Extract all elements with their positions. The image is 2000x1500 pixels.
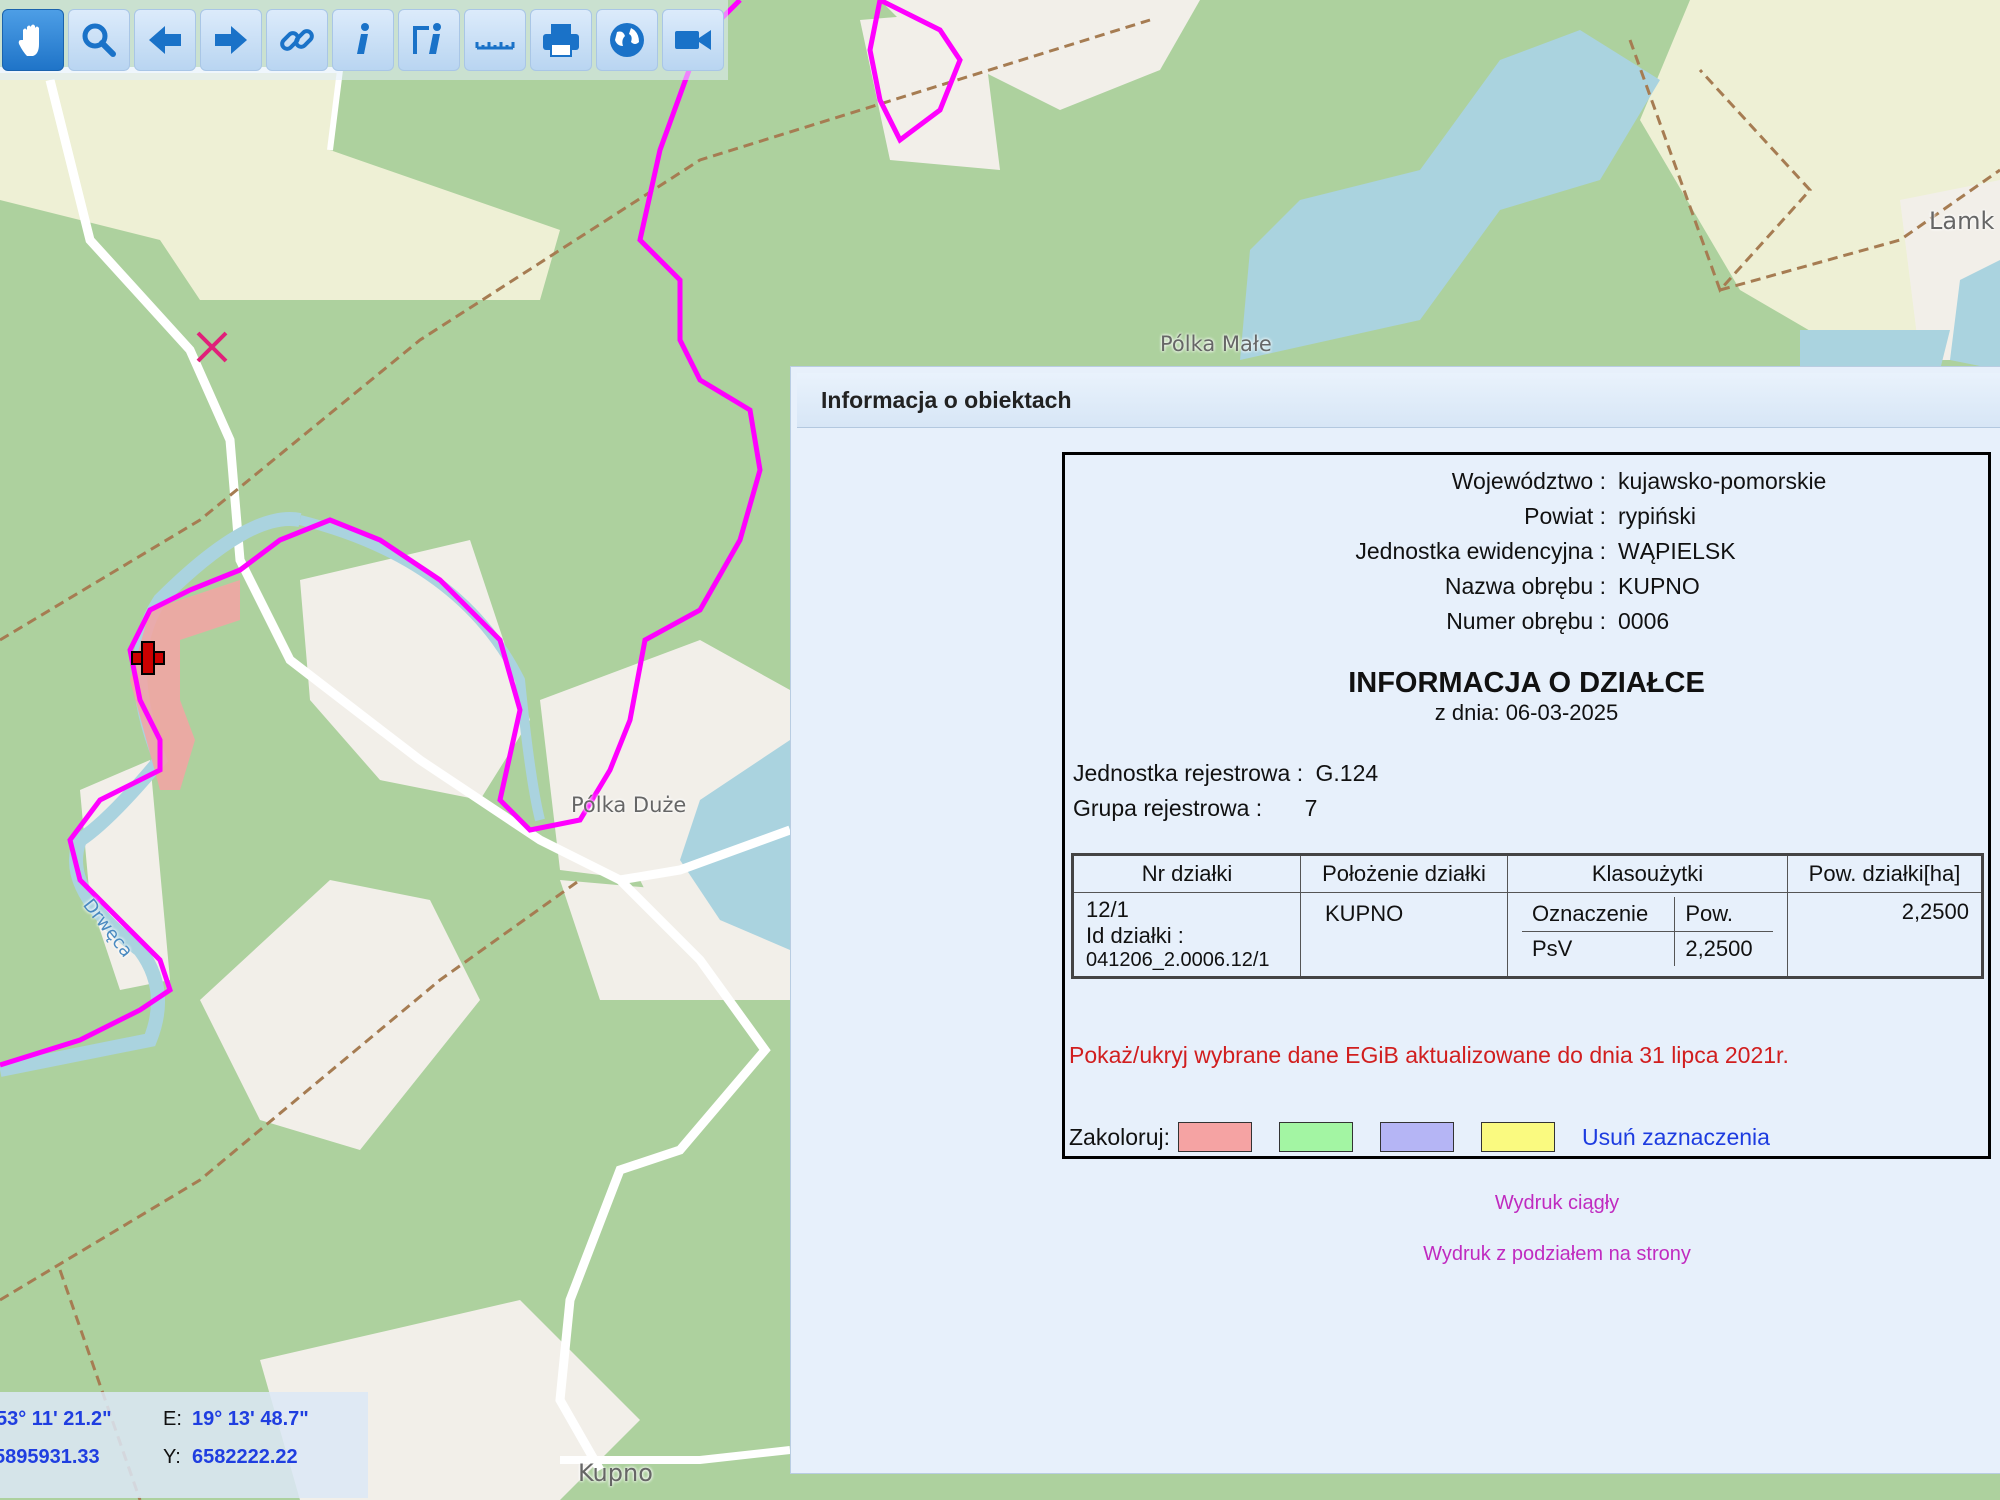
y-coordinate-value: 6582222.22 [192, 1446, 298, 1468]
jednostka-value: G.124 [1315, 760, 1379, 786]
info-icon [357, 23, 369, 54]
column-header: Nr działki [1072, 854, 1301, 893]
klasouzytki-table: Oznaczenie Pow. PsV 2,2500 [1522, 897, 1773, 966]
ruler-icon [475, 42, 515, 50]
hand-pan-button[interactable] [2, 9, 64, 71]
id-dzialki-value: 041206_2.0006.12/1 [1086, 949, 1270, 971]
print-pages-link[interactable]: Wydruk z podziałem na strony [791, 1243, 2000, 1266]
klasouzytki-cell: Oznaczenie Pow. PsV 2,2500 [1507, 892, 1788, 978]
pow-dzialki-cell: 2,2500 [1787, 892, 1983, 978]
egib-toggle-link[interactable]: Pokaż/ukryj wybrane dane EGiB aktualizow… [1069, 1042, 1789, 1069]
admin-value: rypiński [1618, 503, 1696, 529]
printer-icon [543, 24, 579, 57]
forward-button[interactable] [200, 9, 262, 71]
back-button[interactable] [134, 9, 196, 71]
info-title: INFORMACJA O DZIAŁCE [1348, 667, 1705, 699]
coordinates-panel: 53° 11' 21.2" E: 19° 13' 48.7" 5895931.3… [0, 1392, 368, 1498]
column-header: Klasoużytki [1507, 854, 1788, 893]
color-swatch-blue[interactable] [1379, 1122, 1454, 1152]
polozenie-cell: KUPNO [1300, 892, 1508, 978]
colorize-label: Zakoloruj: [1069, 1123, 1170, 1150]
parcel-info-box: Województwo : kujawsko-pomorskie Powiat … [1062, 452, 1991, 1159]
pow-value: 2,2500 [1685, 936, 1753, 961]
map-label-lamk: Lamk [1929, 207, 1995, 235]
arrow-right-icon [215, 26, 247, 54]
globe-icon [610, 23, 644, 57]
column-header: Pow. działki[ha] [1787, 854, 1983, 893]
column-header: Położenie działki [1300, 854, 1508, 893]
color-swatch-green[interactable] [1278, 1122, 1353, 1152]
print-continuous-link[interactable]: Wydruk ciągły [791, 1192, 2000, 1215]
color-swatch-red[interactable] [1177, 1122, 1252, 1152]
longitude-value: 19° 13' 48.7" [192, 1408, 309, 1430]
oznaczenie-header: Oznaczenie [1522, 897, 1676, 932]
y-label: Y: [163, 1446, 181, 1468]
info-query-button[interactable] [398, 9, 460, 71]
lake [1800, 330, 1950, 370]
admin-label: Numer obrębu : [1446, 608, 1606, 634]
x-coordinate-value: 5895931.33 [0, 1446, 100, 1468]
oznaczenie-value: PsV [1522, 931, 1676, 966]
print-button[interactable] [530, 9, 592, 71]
parcel-table: Nr działki Położenie działki Klasoużytki… [1071, 853, 1984, 979]
table-row: 12/1 Id działki : 041206_2.0006.12/1 KUP… [1072, 892, 1983, 978]
object-info-dialog: Informacja o obiektach Województwo : kuj… [790, 366, 2000, 1474]
nr-dzialki: 12/1 [1086, 897, 1129, 922]
admin-value: kujawsko-pomorskie [1618, 468, 1827, 494]
grupa-label: Grupa rejestrowa : [1073, 795, 1263, 821]
map-label-polka-duze: Pólka Duże [571, 793, 687, 817]
info-button[interactable] [332, 9, 394, 71]
e-label: E: [163, 1408, 182, 1430]
info-query-icon [413, 23, 441, 54]
map-label-polka-male: Pólka Małe [1160, 332, 1272, 356]
link-button[interactable] [266, 9, 328, 71]
pow-header: Pow. [1674, 897, 1773, 932]
arrow-left-icon [149, 26, 181, 54]
map-label-kupno: Kupno [578, 1459, 653, 1487]
admin-label: Województwo : [1451, 468, 1606, 494]
zoom-icon [82, 23, 116, 57]
link-icon [280, 29, 314, 51]
latitude-value: 53° 11' 21.2" [0, 1408, 112, 1430]
map-toolbar [0, 0, 728, 80]
grupa-rejestrowa-row: Grupa rejestrowa : 7 [1073, 795, 1317, 822]
globe-button[interactable] [596, 9, 658, 71]
table-header-row: Nr działki Położenie działki Klasoużytki… [1072, 854, 1983, 893]
colorize-row: Zakoloruj: Usuń zaznaczenia [1069, 1122, 1770, 1152]
dialog-title[interactable]: Informacja o obiektach [797, 373, 2000, 428]
admin-value: 0006 [1618, 608, 1670, 634]
jednostka-label: Jednostka rejestrowa : [1073, 760, 1304, 786]
zoom-button[interactable] [68, 9, 130, 71]
admin-value: KUPNO [1618, 573, 1700, 599]
clear-selection-link[interactable]: Usuń zaznaczenia [1582, 1124, 1770, 1151]
jednostka-rejestrowa-row: Jednostka rejestrowa : G.124 [1073, 760, 1378, 787]
video-camera-icon [675, 30, 711, 50]
info-date: z dnia: 06-03-2025 [1434, 700, 1619, 725]
video-button[interactable] [662, 9, 724, 71]
admin-value: WĄPIELSK [1618, 538, 1736, 564]
grupa-value: 7 [1304, 795, 1318, 821]
admin-label: Jednostka ewidencyjna : [1355, 538, 1606, 564]
hand-pan-icon [18, 24, 39, 56]
nr-dzialki-cell: 12/1 Id działki : 041206_2.0006.12/1 [1072, 892, 1301, 978]
admin-label: Nazwa obrębu : [1444, 573, 1606, 599]
color-swatch-yellow[interactable] [1480, 1122, 1555, 1152]
id-dzialki-label: Id działki : [1086, 923, 1184, 948]
admin-label: Powiat : [1524, 503, 1606, 529]
measure-button[interactable] [464, 9, 526, 71]
